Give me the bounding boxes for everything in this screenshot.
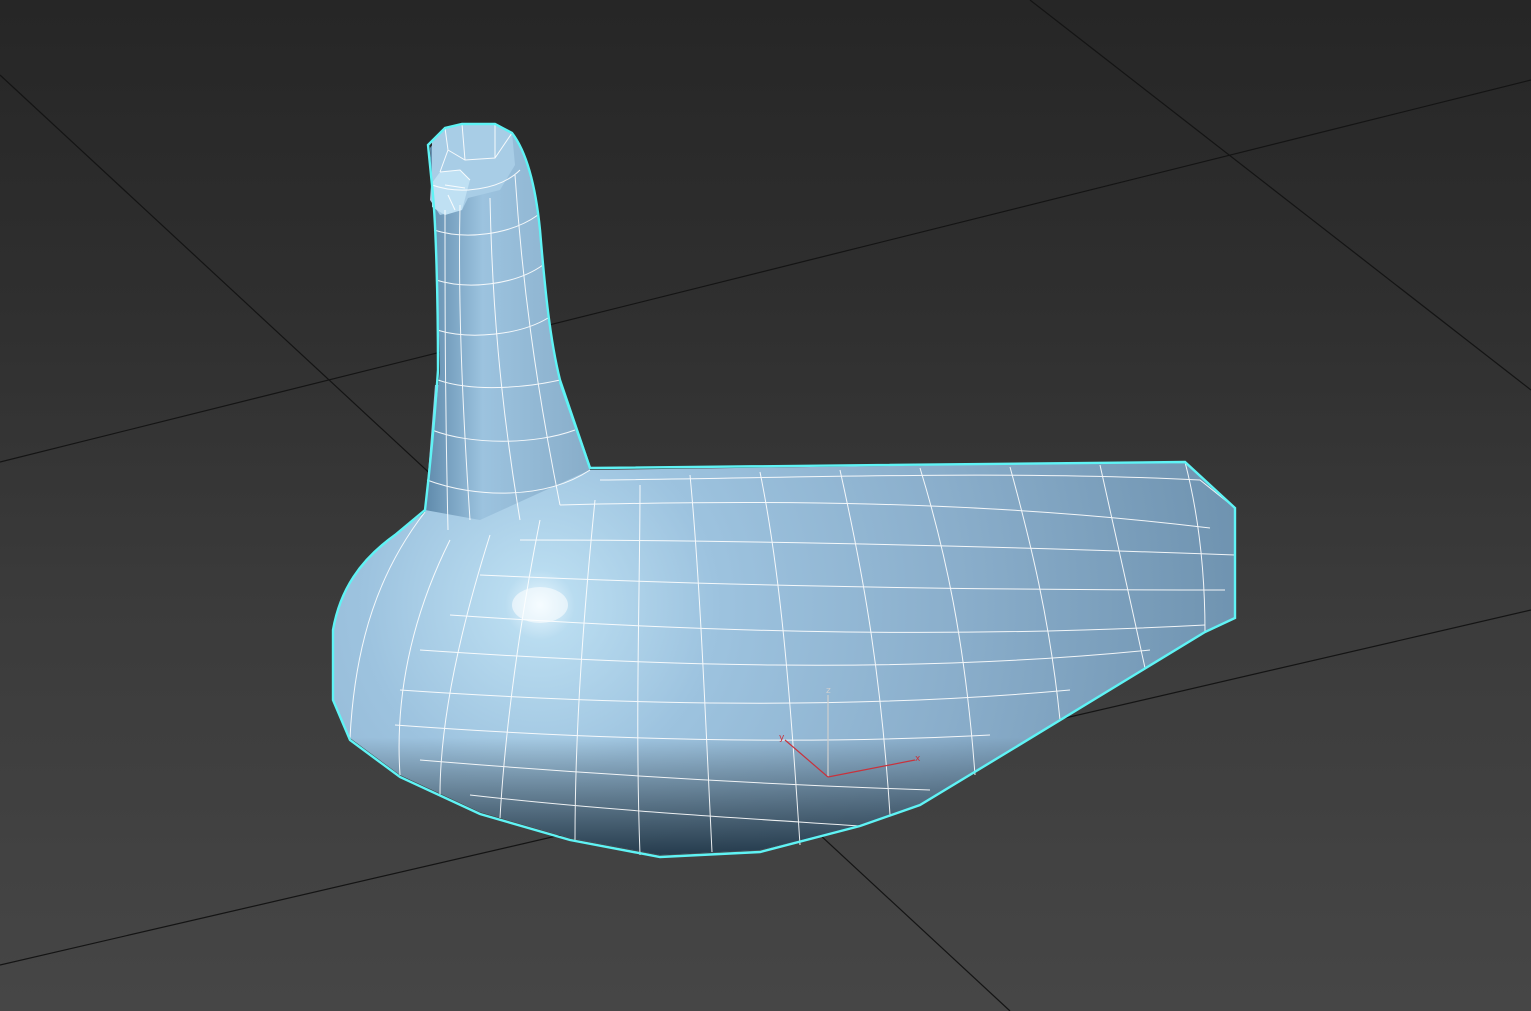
3d-viewport[interactable]: z x y: [0, 0, 1531, 1011]
specular-highlight: [512, 587, 568, 623]
gizmo-z-label: z: [826, 686, 831, 696]
gizmo-y-label: y: [779, 733, 785, 743]
gizmo-x-label: x: [915, 754, 921, 764]
swan-mesh[interactable]: [331, 122, 1237, 859]
viewport-scene[interactable]: z x y: [0, 0, 1531, 1011]
